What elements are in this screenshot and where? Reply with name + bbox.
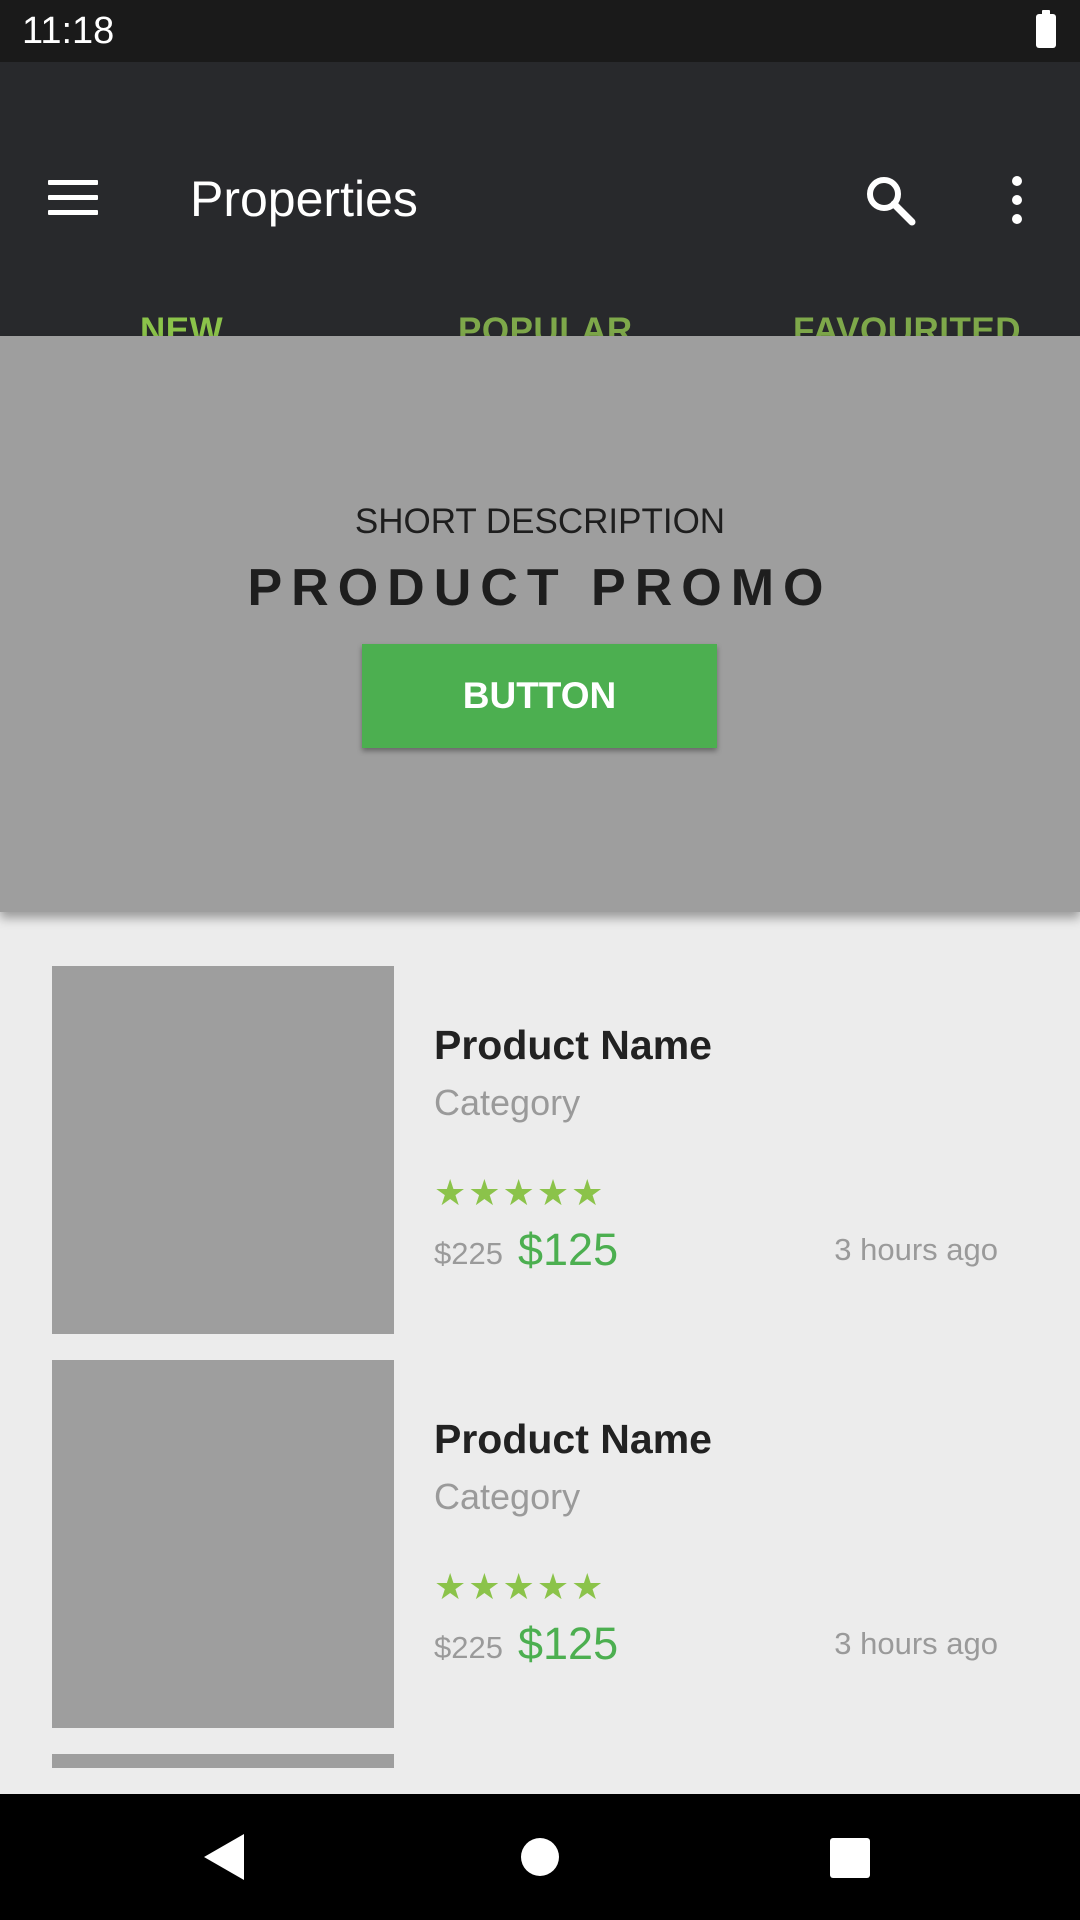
promo-banner: SHORT DESCRIPTION PRODUCT PROMO BUTTON [0,336,1080,912]
price: $125 [518,1224,619,1275]
status-bar: 11:18 [0,0,1080,62]
rating-stars-icon: ★★★★★ [434,1566,606,1607]
product-card[interactable]: Product Name Category ★★★★★ $225 $125 3 … [0,966,1080,1360]
old-price: $225 [434,1630,503,1665]
hamburger-menu-icon[interactable] [48,180,98,216]
more-vert-icon[interactable] [1000,172,1034,228]
recent-apps-icon[interactable] [830,1838,870,1878]
product-name: Product Name [434,1416,712,1462]
page-title: Properties [190,171,418,227]
product-image [52,966,394,1334]
app-bar: Properties NEW POPULAR FAVOURITED [0,62,1080,397]
status-time: 11:18 [22,10,115,52]
product-image [52,1754,394,1768]
search-icon[interactable] [862,172,918,228]
product-name: Product Name [434,1022,712,1068]
back-icon[interactable] [204,1834,244,1880]
battery-icon [1036,10,1056,48]
price: $125 [518,1618,619,1669]
product-image [52,1360,394,1728]
promo-button[interactable]: BUTTON [362,644,717,748]
time-ago: 3 hours ago [834,1626,998,1661]
old-price: $225 [434,1236,503,1271]
product-card[interactable]: Product Name Category ★★★★★ $225 $125 3 … [0,1360,1080,1754]
product-category: Category [434,1082,581,1123]
navigation-bar [0,1794,1080,1920]
promo-title: PRODUCT PROMO [247,559,833,617]
promo-short-description: SHORT DESCRIPTION [354,502,726,541]
home-icon[interactable] [521,1838,559,1876]
rating-stars-icon: ★★★★★ [434,1172,606,1213]
product-category: Category [434,1476,581,1517]
time-ago: 3 hours ago [834,1232,998,1267]
